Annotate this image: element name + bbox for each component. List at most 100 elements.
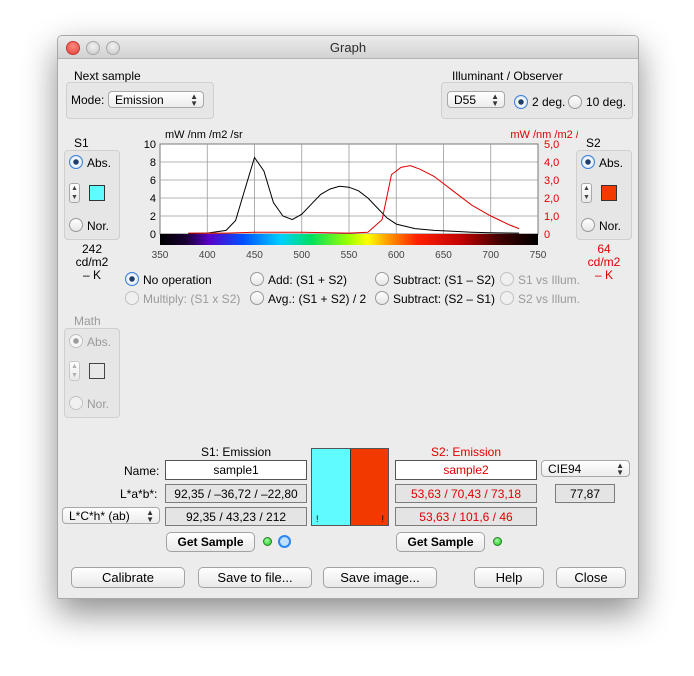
left-axis-unit: mW /nm /m2 /sr: [165, 129, 243, 141]
s2-lch-value: 53,63 / 101,6 / 46: [395, 507, 537, 526]
illuminant-select-value: D55: [454, 93, 477, 107]
math-color-swatch: [89, 363, 105, 379]
math-nor-radio[interactable]: [69, 396, 83, 410]
left-tick-label: 4: [150, 193, 156, 205]
s2-status-indicator: [493, 537, 502, 546]
op-s1-vs-illum-radio[interactable]: [500, 272, 514, 286]
x-tick-label: 750: [530, 250, 547, 261]
calibrate-button[interactable]: Calibrate: [71, 567, 185, 588]
left-tick-label: 10: [144, 139, 156, 151]
save-to-file-button[interactable]: Save to file...: [198, 567, 312, 588]
op-s2-vs-illum-radio[interactable]: [500, 291, 514, 305]
s1-active-indicator: [278, 535, 291, 548]
op-no-operation-label: No operation: [143, 273, 212, 287]
math-stepper[interactable]: ▲ ▼: [69, 361, 80, 381]
op-add-radio[interactable]: [250, 272, 264, 286]
delta-e-select-value: CIE94: [548, 462, 582, 476]
left-tick-label: 8: [150, 157, 156, 169]
x-tick-label: 500: [293, 250, 310, 261]
lab-label: L*a*b*:: [120, 487, 158, 501]
s2-nor-label: Nor.: [599, 219, 622, 233]
right-tick-label: 3,0: [544, 175, 559, 187]
s1-stepper[interactable]: ▲ ▼: [69, 183, 80, 203]
math-label: Math: [74, 314, 101, 328]
right-tick-label: 1,0: [544, 211, 559, 223]
s2-abs-radio[interactable]: [581, 155, 595, 169]
op-subtract-s1-s2-label: Subtract: (S1 – S2): [393, 273, 496, 287]
s1-name-input[interactable]: sample1: [165, 460, 307, 480]
s1-color-swatch: [89, 185, 105, 201]
s1-label: S1: [74, 136, 89, 150]
s1-nor-radio[interactable]: [69, 218, 83, 232]
x-tick-label: 400: [199, 250, 216, 261]
op-average-label: Avg.: (S1 + S2) / 2: [268, 292, 367, 306]
s1-status-indicator: [263, 537, 272, 546]
illuminant-select[interactable]: D55 ▲ ▼: [447, 91, 505, 108]
s2-gamut-warning: !: [381, 514, 384, 524]
x-tick-label: 350: [152, 250, 169, 261]
illuminant-observer-label: Illuminant / Observer: [452, 69, 563, 83]
s2-emission-title: S2: Emission: [430, 445, 502, 459]
math-abs-label: Abs.: [87, 335, 112, 349]
mode-select[interactable]: Emission ▲ ▼: [108, 91, 204, 108]
window-title: Graph: [329, 40, 367, 55]
x-tick-label: 700: [482, 250, 499, 261]
op-average-radio[interactable]: [250, 291, 264, 305]
mode-select-value: Emission: [115, 93, 164, 107]
s2-lab-value: 53,63 / 70,43 / 73,18: [395, 484, 537, 503]
s1-abs-radio[interactable]: [69, 155, 83, 169]
title-bar: Graph: [58, 36, 638, 59]
left-tick-label: 0: [150, 229, 156, 241]
s1-get-sample-button[interactable]: Get Sample: [166, 532, 255, 552]
s2-color-swatch: [601, 185, 617, 201]
right-tick-label: 4,0: [544, 157, 559, 169]
op-no-operation-radio[interactable]: [125, 272, 139, 286]
graph-window: Graph Next sample Mode: Emission ▲ ▼ Illu…: [57, 35, 639, 599]
observer-2deg-radio[interactable]: [514, 95, 528, 109]
s1-gamut-warning: !: [316, 514, 319, 524]
delta-e-value: 77,87: [555, 484, 615, 503]
s2-comparison-patch: !: [351, 449, 388, 525]
s2-name-input[interactable]: sample2: [395, 460, 537, 480]
right-tick-label: 0: [544, 229, 550, 241]
s1-luminance-unit: cd/m2: [75, 255, 109, 269]
s1-temperature: – K: [82, 268, 101, 282]
op-add-label: Add: (S1 + S2): [268, 273, 348, 287]
s1-nor-label: Nor.: [87, 219, 110, 233]
delta-e-select[interactable]: CIE94 ▲ ▼: [541, 460, 630, 477]
help-button[interactable]: Help: [474, 567, 544, 588]
op-subtract-s1-s2-radio[interactable]: [375, 272, 389, 286]
op-subtract-s2-s1-radio[interactable]: [375, 291, 389, 305]
s2-temperature: – K: [594, 268, 613, 282]
observer-10deg-label: 10 deg.: [586, 95, 627, 109]
s1-emission-title: S1: Emission: [200, 445, 272, 459]
color-comparison: ! !: [311, 448, 389, 526]
spectrum-bar: [160, 234, 538, 245]
s2-stepper[interactable]: ▲ ▼: [581, 183, 592, 203]
s2-luminance-unit: cd/m2: [587, 255, 621, 269]
x-tick-label: 450: [246, 250, 263, 261]
mode-label: Mode:: [71, 93, 105, 107]
math-abs-radio[interactable]: [69, 334, 83, 348]
color-space-select[interactable]: L*C*h* (ab) ▲ ▼: [62, 507, 160, 524]
observer-2deg-label: 2 deg.: [532, 95, 566, 109]
op-subtract-s2-s1-label: Subtract: (S2 – S1): [393, 292, 496, 306]
select-arrows-icon: ▲ ▼: [190, 92, 198, 108]
s2-nor-radio[interactable]: [581, 218, 595, 232]
chart-grid: [159, 143, 539, 235]
x-tick-label: 600: [388, 250, 405, 261]
s2-get-sample-button[interactable]: Get Sample: [396, 532, 485, 552]
s1-comparison-patch: !: [312, 449, 351, 525]
op-s2-vs-illum-label: S2 vs Illum.: [518, 292, 581, 306]
op-multiply-label: Multiply: (S1 x S2): [143, 292, 241, 306]
op-multiply-radio[interactable]: [125, 291, 139, 305]
select-arrows-icon: ▲ ▼: [616, 461, 624, 477]
s1-lab-value: 92,35 / –36,72 / –22,80: [165, 484, 307, 503]
save-image-button[interactable]: Save image...: [323, 567, 437, 588]
spectrum-chart: mW /nm /m2 /sr mW /nm /m2 /sr 3504004505…: [144, 129, 578, 261]
color-space-select-value: L*C*h* (ab): [69, 509, 130, 523]
close-button[interactable]: Close: [556, 567, 626, 588]
s2-abs-label: Abs.: [599, 156, 624, 170]
left-tick-label: 6: [150, 175, 156, 187]
observer-10deg-radio[interactable]: [568, 95, 582, 109]
